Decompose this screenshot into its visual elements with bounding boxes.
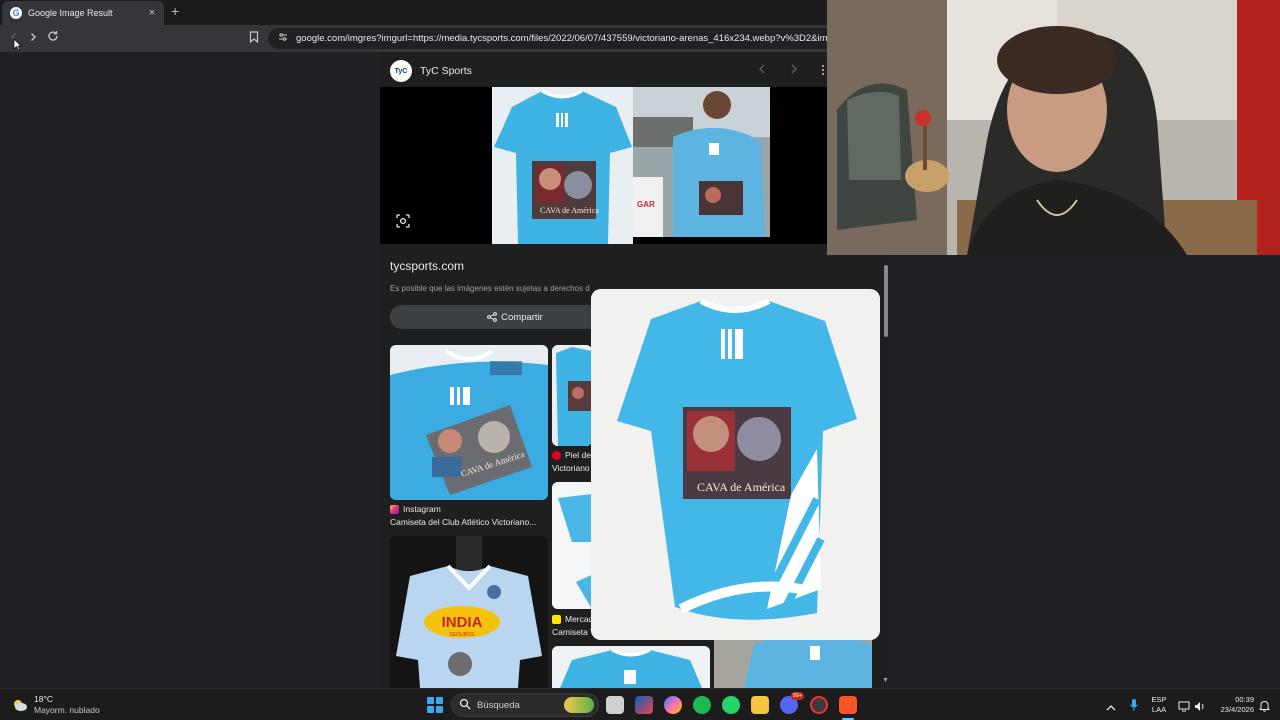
player-illustration: GAR [633,87,770,237]
tab-title: Google Image Result [28,8,113,18]
chevron-left-icon [759,64,765,74]
tab-google-image-result[interactable]: G Google Image Result × [2,1,164,25]
source-name[interactable]: TyC Sports [420,65,472,77]
microsoft-store-icon[interactable] [635,696,653,714]
network-icon[interactable] [1178,699,1190,720]
notification-icon[interactable] [1259,699,1270,720]
prev-image-button[interactable] [758,64,766,77]
language-indicator[interactable]: ESP LAA [1148,695,1170,715]
next-image-button[interactable] [790,64,798,77]
image-domain[interactable]: tycsports.com [390,259,464,273]
related-thumb-5[interactable] [552,646,710,688]
weather-widget[interactable]: 18°C Mayorm. nublado [12,694,100,716]
brave-browser-icon[interactable] [839,696,857,714]
related-source-label-2: Piel de [565,450,591,460]
app-icon-red-ring[interactable] [810,696,828,714]
shirt-illustration: CAVA de América [492,87,633,244]
new-tab-button[interactable]: + [171,3,179,19]
reload-icon [48,31,58,41]
panel-scrollbar[interactable] [884,265,888,337]
language-line-2: LAA [1151,705,1167,714]
google-favicon-icon: G [10,7,22,19]
related-shirt-illustration: CAVA de América [390,345,548,500]
google-lens-button[interactable] [396,214,410,233]
tray-chevron-up-icon[interactable] [1106,699,1116,720]
windows-taskbar: 18°C Mayorm. nublado Búsqueda 99+ ESP LA… [0,688,1280,720]
svg-text:SEGUROS: SEGUROS [449,632,475,638]
search-placeholder: Búsqueda [477,700,520,711]
svg-text:CAVA de América: CAVA de América [697,480,786,494]
weather-desc: Mayorm. nublado [34,705,100,715]
search-highlight-icon [564,697,594,713]
webcam-feed-illustration [827,0,1280,255]
related-thumb-1[interactable]: CAVA de América [390,345,548,500]
taskbar-search[interactable]: Búsqueda [451,693,599,717]
bookmark-icon [249,31,259,44]
copilot-icon[interactable] [664,696,682,714]
main-image[interactable]: CAVA de América GAR [380,87,828,244]
related-source-label-1: Instagram [403,504,441,514]
mouse-cursor-icon [13,38,22,51]
site-info-icon[interactable] [277,31,289,43]
more-options-button[interactable] [821,64,825,79]
source-logo-text: TyC [394,67,408,75]
forward-arrow-icon [31,33,36,41]
screen: G Google Image Result × + google.com/img… [0,0,1280,720]
taskbar-clock[interactable]: 00:39 23/4/2026 [1212,695,1254,715]
tab-close-icon[interactable]: × [146,7,158,19]
related-thumb-4[interactable]: INDIA SEGUROS [390,536,548,688]
player-photo: GAR [633,87,770,237]
address-url[interactable]: google.com/imgres?imgurl=https://media.t… [296,33,833,44]
bookmark-button[interactable] [249,30,259,48]
file-explorer-icon[interactable] [751,696,769,714]
share-label: Compartir [501,311,543,323]
spotify-icon[interactable] [693,696,711,714]
volume-icon[interactable] [1194,699,1206,720]
microphone-icon[interactable] [1129,698,1139,720]
address-bar[interactable]: google.com/imgres?imgurl=https://media.t… [268,28,848,49]
copyright-disclaimer: Es posible que las imágenes estén sujeta… [390,284,590,293]
source-logo[interactable]: TyC [390,60,412,82]
hover-image-preview: CAVA de América [591,289,880,640]
cloudy-weather-icon [14,700,27,711]
shirt-photo: CAVA de América [492,87,633,244]
task-view-icon[interactable] [606,696,624,714]
search-icon [459,698,471,710]
panel-header: TyC TyC Sports [390,60,472,82]
svg-text:GAR: GAR [637,200,655,209]
weather-temp: 18°C [34,694,53,704]
related-source-2[interactable]: Piel de [552,450,591,460]
related-shirt-5-illustration [552,646,710,688]
instagram-icon [390,504,399,514]
related-source-1[interactable]: Instagram [390,504,441,514]
related-title-1[interactable]: Camiseta del Club Atlético Victoriano... [390,517,548,527]
india-shirt-illustration: INDIA SEGUROS [390,536,548,688]
clock-date: 23/4/2026 [1220,705,1254,714]
reload-button[interactable] [45,30,61,46]
start-button[interactable] [427,697,443,713]
discord-badge: 99+ [790,692,804,700]
mercado-libre-icon [552,614,561,624]
svg-text:INDIA: INDIA [442,614,483,631]
language-line-1: ESP [1151,695,1167,704]
svg-text:CAVA de América: CAVA de América [540,206,599,215]
preview-shirt-illustration: CAVA de América [591,289,880,640]
more-vert-icon [822,65,824,75]
pinterest-icon [552,450,561,460]
forward-button[interactable] [25,30,41,46]
related-title-2[interactable]: Victoriano [552,463,592,473]
scroll-down-icon[interactable]: ▼ [882,677,889,684]
share-icon [487,312,498,322]
related-thumb-2[interactable] [552,345,592,446]
lens-icon [396,214,410,228]
whatsapp-icon[interactable] [722,696,740,714]
chevron-right-icon [791,64,797,74]
webcam-overlay [827,0,1280,255]
discord-icon[interactable]: 99+ [780,692,804,714]
related-shirt-2-illustration [552,345,592,446]
clock-time: 00:39 [1235,695,1254,704]
